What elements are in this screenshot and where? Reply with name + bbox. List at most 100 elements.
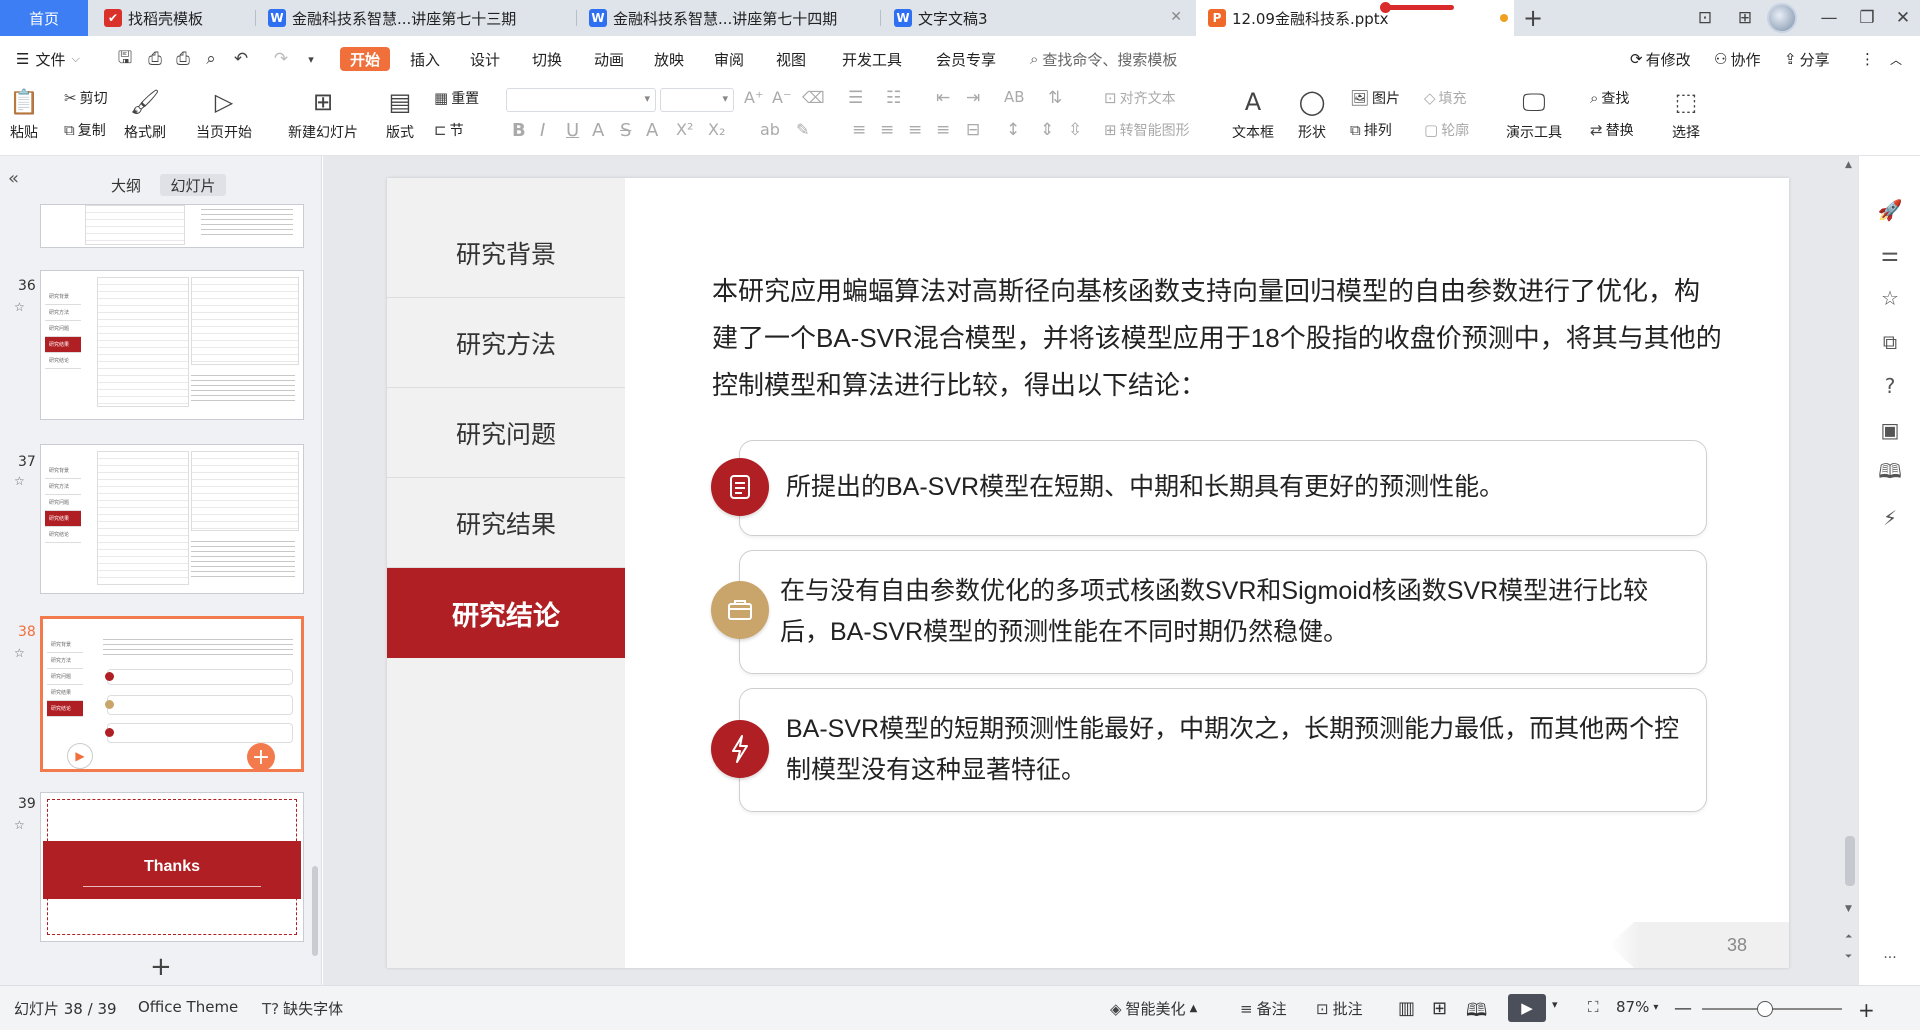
quick-access-dropdown-icon[interactable]: ▾ (300, 48, 322, 70)
smart-beautify-button[interactable]: ◈ 智能美化 ▲ (1110, 998, 1197, 1019)
shrink-font-button[interactable]: A⁻ (772, 88, 791, 107)
tab-pptx-active[interactable]: P 12.09金融科技系.pptx (1196, 0, 1514, 36)
strikethrough-button[interactable]: S (620, 120, 631, 141)
new-slide-button[interactable]: ⊞ 新建幻灯片 (288, 88, 358, 142)
grow-font-button[interactable]: A⁺ (744, 88, 763, 107)
layout-button[interactable]: ▤ 版式 (386, 88, 414, 142)
phonetic-icon[interactable]: ab (760, 120, 780, 139)
superscript-button[interactable]: X² (676, 120, 693, 139)
paste-button[interactable]: 📋 粘贴 (9, 88, 39, 142)
textbox-button[interactable]: A 文本框 (1232, 88, 1274, 142)
tab-home[interactable]: 首页 (0, 0, 88, 36)
redo-icon[interactable]: ↷ (270, 48, 292, 70)
menu-animation[interactable]: 动画 (594, 47, 624, 71)
tab-slides[interactable]: 幻灯片 (160, 174, 226, 196)
animation-star-icon[interactable]: ☆ (1878, 286, 1902, 310)
find-button[interactable]: ⌕ 查找 (1590, 88, 1629, 108)
help-icon[interactable]: ? (1878, 374, 1902, 398)
more-icon[interactable]: ⋮ (1860, 47, 1875, 71)
align-left-icon[interactable]: ≡ (852, 120, 866, 140)
highlight-icon[interactable]: ✎ (796, 120, 809, 139)
align-right-icon[interactable]: ≡ (908, 120, 922, 140)
book-icon[interactable]: 🕮 (1878, 459, 1902, 486)
apps-grid-icon[interactable]: ⊞ (1728, 0, 1762, 36)
slide-thumbnail-35[interactable] (40, 204, 304, 248)
new-slide-plus-icon[interactable]: + (150, 952, 172, 982)
undo-icon[interactable]: ↶ (230, 48, 252, 70)
normal-view-icon[interactable]: ▥ (1398, 998, 1415, 1019)
from-current-button[interactable]: ▷ 当页开始 (196, 88, 252, 142)
next-slide-icon[interactable]: ⏷ (1845, 952, 1852, 962)
avatar[interactable] (1767, 3, 1797, 33)
text-shadow-button[interactable]: A (592, 120, 604, 141)
zoom-in-icon[interactable]: + (1858, 998, 1875, 1022)
menu-insert[interactable]: 插入 (410, 47, 440, 71)
scroll-down-icon[interactable]: ▼ (1845, 904, 1852, 914)
font-family-select[interactable]: ▾ (506, 88, 656, 112)
scroll-up-icon[interactable]: ▲ (1845, 160, 1852, 170)
zoom-slider-knob[interactable] (1757, 1001, 1773, 1017)
fill-button[interactable]: ◇ 填充 (1424, 88, 1467, 108)
italic-button[interactable]: I (540, 120, 545, 141)
cut-button[interactable]: ✂ 剪切 (64, 88, 108, 108)
arrange-button[interactable]: ⧉ 排列 (1350, 120, 1392, 140)
print-preview-icon[interactable]: ⌕ (200, 48, 222, 70)
tab-document-73[interactable]: W 金融科技系智慧...讲座第七十三期 (256, 0, 574, 36)
clear-format-icon[interactable]: ⌫ (802, 88, 825, 107)
file-menu[interactable]: ☰ 文件 ⌵ (16, 47, 80, 71)
layout-icon[interactable]: ⊡ (1688, 0, 1722, 36)
prev-slide-icon[interactable]: ⏶ (1845, 932, 1852, 942)
paragraph-spacing-icon[interactable]: ⇳ (1068, 120, 1082, 140)
slide-thumbnail-38[interactable]: 研究背景 研究方法 研究问题 研究结果 研究结论 ▶ + (40, 616, 304, 772)
close-tab-icon[interactable]: ✕ (1170, 9, 1182, 25)
decrease-indent-icon[interactable]: ⇤ (936, 88, 950, 108)
new-tab-button[interactable]: + (1518, 0, 1548, 36)
fit-window-icon[interactable]: ⛶ (1588, 998, 1599, 1016)
increase-indent-icon[interactable]: ⇥ (966, 88, 980, 108)
slide-thumbnail-37[interactable]: 研究背景 研究方法 研究问题 研究结果 研究结论 (40, 444, 304, 594)
save-icon[interactable]: 🖫 (114, 48, 136, 70)
format-painter-button[interactable]: 🖌 格式刷 (124, 88, 166, 142)
export-pdf-icon[interactable]: ⎙ (144, 48, 166, 70)
shape-button[interactable]: ◯ 形状 (1298, 88, 1326, 142)
panel-scrollbar[interactable] (312, 866, 318, 956)
char-spacing-button[interactable]: A (646, 120, 658, 141)
transition-icon[interactable]: ⧉ (1878, 330, 1902, 354)
justify-icon[interactable]: ≡ (936, 120, 950, 140)
add-slide-icon[interactable]: + (247, 743, 275, 769)
restore-button[interactable]: ❐ (1850, 0, 1884, 36)
slide-38[interactable]: 研究背景 研究方法 研究问题 研究结果 研究结论 本研究应用蝙蝠算法对高斯径向基… (387, 178, 1789, 968)
rocket-icon[interactable]: 🚀 (1878, 198, 1903, 222)
font-size-select[interactable]: ▾ (660, 88, 734, 112)
menu-view[interactable]: 视图 (776, 47, 806, 71)
sorter-view-icon[interactable]: ⊞ (1432, 998, 1447, 1019)
missing-font-button[interactable]: T? 缺失字体 (262, 998, 343, 1019)
collaborate-button[interactable]: ⚇ 协作 (1714, 47, 1760, 71)
section-button[interactable]: ⊏ 节 (434, 120, 464, 140)
replace-button[interactable]: ⇄ 替换 (1590, 120, 1634, 140)
subscript-button[interactable]: X₂ (708, 120, 725, 139)
menu-developer[interactable]: 开发工具 (842, 47, 902, 71)
align-center-icon[interactable]: ≡ (880, 120, 894, 140)
smart-graphic-button[interactable]: ⊞ 转智能图形 (1104, 120, 1190, 140)
slideshow-play-button[interactable]: ▶ (1508, 994, 1546, 1022)
has-changes-button[interactable]: ⟳ 有修改 (1630, 47, 1691, 71)
slideshow-dropdown-icon[interactable]: ▾ (1552, 998, 1558, 1011)
menu-review[interactable]: 审阅 (714, 47, 744, 71)
zoom-level[interactable]: 87% ▾ (1616, 998, 1658, 1016)
zoom-out-icon[interactable]: — (1674, 998, 1692, 1019)
play-slide-icon[interactable]: ▶ (67, 743, 93, 769)
collapse-panel-icon[interactable]: « (8, 168, 19, 189)
tab-document-74[interactable]: W 金融科技系智慧...讲座第七十四期 (577, 0, 877, 36)
minimize-button[interactable]: — (1812, 0, 1846, 36)
settings-sliders-icon[interactable]: ⚌ (1878, 242, 1902, 266)
slide-thumbnail-36[interactable]: 研究背景 研究方法 研究问题 研究结果 研究结论 (40, 270, 304, 420)
menu-slideshow[interactable]: 放映 (654, 47, 684, 71)
align-text-button[interactable]: ⊡ 对齐文本 (1104, 88, 1176, 108)
reading-view-icon[interactable]: 🕮 (1466, 998, 1487, 1028)
more-dots-icon[interactable]: ··· (1878, 946, 1902, 970)
bullets-icon[interactable]: ☰ (848, 88, 863, 108)
tab-docer-templates[interactable]: ✔ 找稻壳模板 (92, 0, 252, 36)
plugin-icon[interactable]: ⚡ (1878, 506, 1902, 530)
comments-button[interactable]: ⊡ 批注 (1316, 998, 1363, 1019)
